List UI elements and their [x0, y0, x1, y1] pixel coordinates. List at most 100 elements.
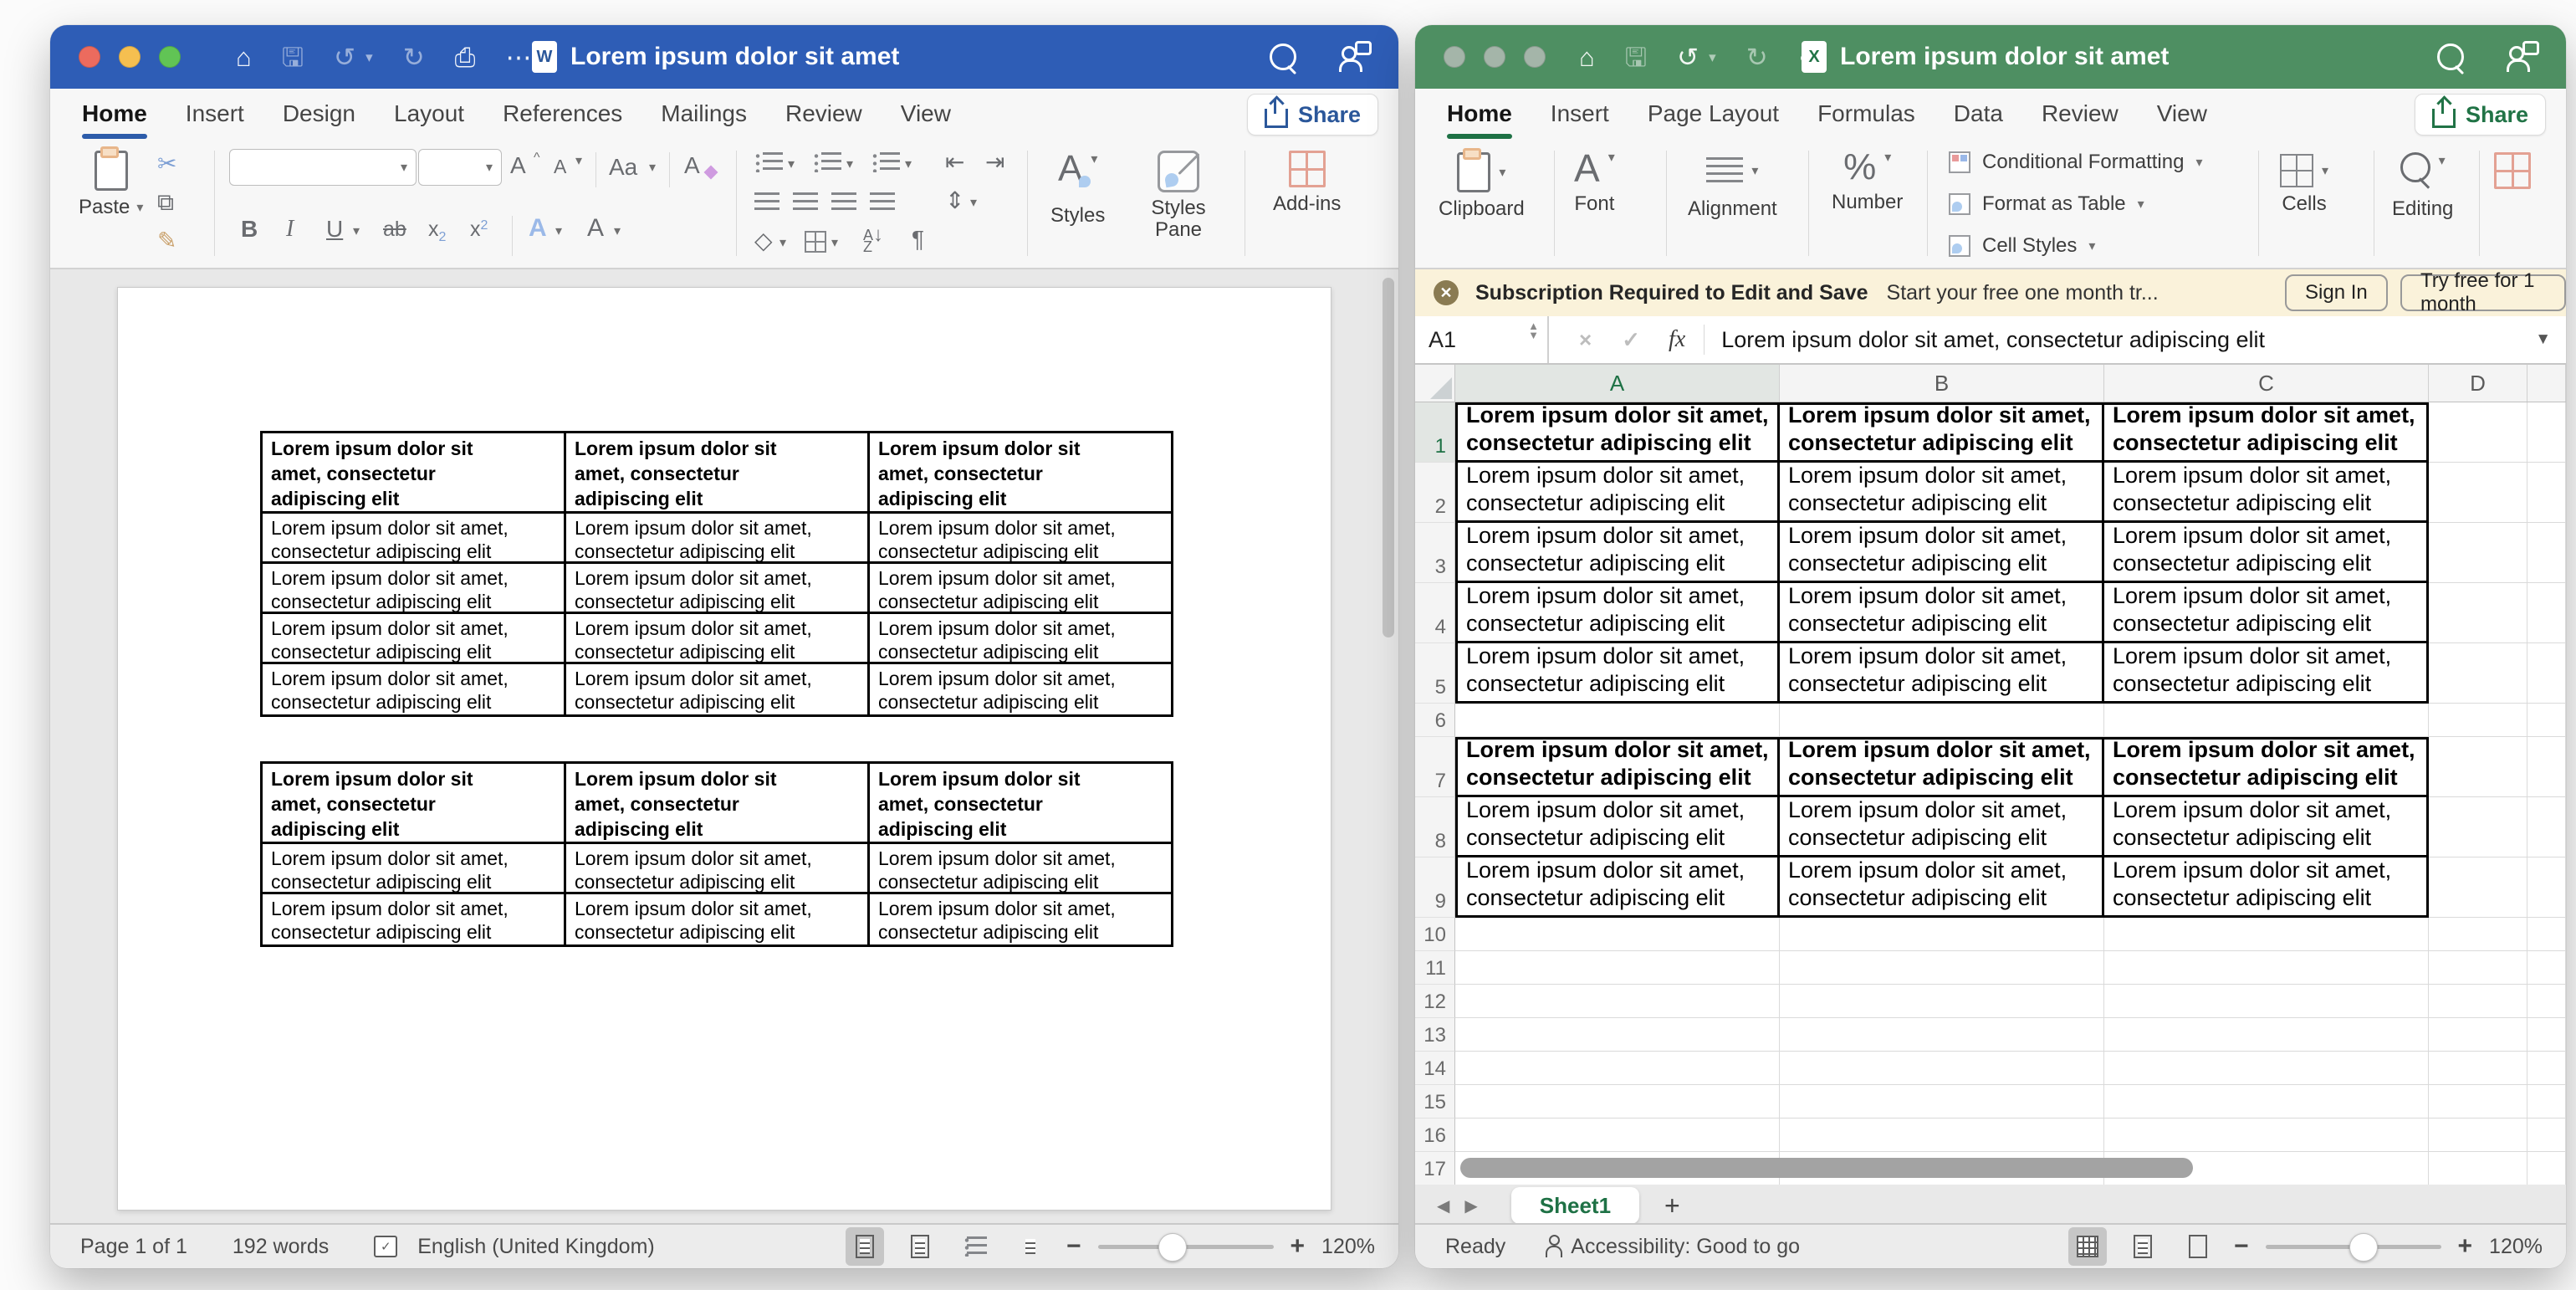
cell-C10[interactable]: [2104, 918, 2429, 951]
cell-A3[interactable]: Lorem ipsum dolor sit amet,consectetur a…: [1455, 523, 1780, 583]
cell-C13[interactable]: [2104, 1018, 2429, 1052]
font-color-icon[interactable]: A: [587, 216, 604, 241]
paste-button[interactable]: Paste ▾: [79, 151, 143, 219]
align-right-icon[interactable]: [831, 192, 856, 212]
language-status[interactable]: English (United Kingdom): [417, 1235, 654, 1259]
cell-B15[interactable]: [1780, 1085, 2104, 1119]
word-table-cell[interactable]: Lorem ipsum dolor sit amet,consectetur a…: [870, 844, 1171, 894]
row-header-6[interactable]: 6: [1415, 704, 1455, 737]
word-table-cell[interactable]: Lorem ipsum dolor sitamet, consecteturad…: [263, 764, 566, 844]
zoom-window-button[interactable]: [159, 46, 181, 68]
cell-C16[interactable]: [2104, 1119, 2429, 1152]
word-table-cell[interactable]: Lorem ipsum dolor sit amet,consectetur a…: [263, 894, 566, 944]
word-table-cell[interactable]: Lorem ipsum dolor sit amet,consectetur a…: [566, 564, 870, 614]
save-icon[interactable]: 🖫: [1625, 44, 1647, 70]
name-box-stepper[interactable]: ▲▼: [1528, 321, 1539, 340]
number-group-button[interactable]: %▾ Number: [1832, 149, 1903, 214]
column-header-B[interactable]: B: [1780, 365, 2104, 402]
copy-icon[interactable]: ⧉: [157, 191, 174, 214]
cell-C11[interactable]: [2104, 951, 2429, 985]
cell-B5[interactable]: Lorem ipsum dolor sit amet,consectetur a…: [1780, 643, 2104, 704]
cell-A5[interactable]: Lorem ipsum dolor sit amet,consectetur a…: [1455, 643, 1780, 704]
word-table-cell[interactable]: Lorem ipsum dolor sit amet,consectetur a…: [870, 614, 1171, 664]
cell-partial9[interactable]: [2527, 857, 2566, 918]
column-header-D[interactable]: D: [2429, 365, 2527, 402]
strikethrough-icon[interactable]: ab: [383, 219, 406, 240]
paragraph-marks-icon[interactable]: ¶: [912, 228, 924, 251]
cell-partial10[interactable]: [2527, 918, 2566, 951]
word-vertical-scrollbar[interactable]: [1383, 278, 1394, 637]
normal-view-button[interactable]: [2068, 1227, 2107, 1266]
tab-home[interactable]: Home: [82, 89, 147, 139]
search-icon[interactable]: [1270, 44, 1296, 70]
cell-A11[interactable]: [1455, 951, 1780, 985]
cell-D12[interactable]: [2429, 985, 2527, 1018]
row-header-5[interactable]: 5: [1415, 643, 1455, 704]
search-icon[interactable]: [2437, 44, 2464, 70]
cell-B10[interactable]: [1780, 918, 2104, 951]
account-feedback-icon[interactable]: [1340, 44, 1365, 69]
cell-A13[interactable]: [1455, 1018, 1780, 1052]
cell-partial11[interactable]: [2527, 951, 2566, 985]
word-table-cell[interactable]: Lorem ipsum dolor sitamet, consecteturad…: [263, 433, 566, 514]
redo-icon[interactable]: ↻: [403, 44, 425, 70]
cell-C15[interactable]: [2104, 1085, 2429, 1119]
shading-icon[interactable]: ◇: [754, 229, 773, 253]
cell-partial17[interactable]: [2527, 1152, 2566, 1185]
row-header-11[interactable]: 11: [1415, 951, 1455, 985]
excel-addins-button[interactable]: [2494, 152, 2531, 194]
bullet-list-icon[interactable]: [754, 152, 783, 172]
cell-A7[interactable]: Lorem ipsum dolor sit amet,consectetur a…: [1455, 737, 1780, 797]
subscript-icon[interactable]: x2: [428, 219, 446, 244]
cell-C8[interactable]: Lorem ipsum dolor sit amet,consectetur a…: [2104, 797, 2429, 857]
home-icon[interactable]: ⌂: [236, 44, 252, 70]
cell-B16[interactable]: [1780, 1119, 2104, 1152]
underline-icon[interactable]: U: [326, 218, 343, 241]
select-all-corner[interactable]: [1415, 365, 1455, 402]
cell-C2[interactable]: Lorem ipsum dolor sit amet,consectetur a…: [2104, 463, 2429, 523]
word-count-status[interactable]: 192 words: [233, 1235, 329, 1259]
cell-C12[interactable]: [2104, 985, 2429, 1018]
cell-C9[interactable]: Lorem ipsum dolor sit amet,consectetur a…: [2104, 857, 2429, 918]
cell-C4[interactable]: Lorem ipsum dolor sit amet,consectetur a…: [2104, 583, 2429, 643]
decrease-indent-icon[interactable]: ⇤: [945, 151, 964, 174]
zoom-level[interactable]: 120%: [2489, 1235, 2543, 1259]
cell-B7[interactable]: Lorem ipsum dolor sit amet,consectetur a…: [1780, 737, 2104, 797]
row-header-4[interactable]: 4: [1415, 583, 1455, 643]
word-table-cell[interactable]: Lorem ipsum dolor sitamet, consecteturad…: [566, 433, 870, 514]
borders-icon[interactable]: [805, 231, 826, 253]
cell-A1[interactable]: Lorem ipsum dolor sit amet,consectetur a…: [1455, 402, 1780, 463]
zoom-out-button[interactable]: −: [2234, 1234, 2249, 1259]
cells-group-button[interactable]: ▾ Cells: [2280, 154, 2328, 216]
tab-mailings[interactable]: Mailings: [661, 89, 747, 139]
word-table-cell[interactable]: Lorem ipsum dolor sit amet,consectetur a…: [263, 514, 566, 564]
tab-references[interactable]: References: [503, 89, 622, 139]
tab-review[interactable]: Review: [2042, 89, 2119, 139]
cell-partial3[interactable]: [2527, 523, 2566, 583]
cell-C1[interactable]: Lorem ipsum dolor sit amet,consectetur a…: [2104, 402, 2429, 463]
name-box[interactable]: A1 ▲▼: [1415, 316, 1549, 363]
cell-partial7[interactable]: [2527, 737, 2566, 797]
cell-C14[interactable]: [2104, 1052, 2429, 1085]
row-header-3[interactable]: 3: [1415, 523, 1455, 583]
cell-A16[interactable]: [1455, 1119, 1780, 1152]
word-table-cell[interactable]: Lorem ipsum dolor sitamet, consecteturad…: [870, 433, 1171, 514]
cell-A15[interactable]: [1455, 1085, 1780, 1119]
cell-B14[interactable]: [1780, 1052, 2104, 1085]
grow-font-icon[interactable]: A: [510, 154, 526, 177]
cell-D17[interactable]: [2429, 1152, 2527, 1185]
numbered-list-icon[interactable]: [813, 152, 841, 172]
word-table-cell[interactable]: Lorem ipsum dolor sit amet,consectetur a…: [870, 664, 1171, 714]
cell-B9[interactable]: Lorem ipsum dolor sit amet,consectetur a…: [1780, 857, 2104, 918]
align-center-icon[interactable]: [793, 192, 818, 212]
row-header-2[interactable]: 2: [1415, 463, 1455, 523]
tab-review[interactable]: Review: [785, 89, 862, 139]
word-table-cell[interactable]: Lorem ipsum dolor sit amet,consectetur a…: [263, 564, 566, 614]
cell-D10[interactable]: [2429, 918, 2527, 951]
home-icon[interactable]: ⌂: [1579, 44, 1595, 70]
page-layout-view-button[interactable]: [2124, 1227, 2162, 1266]
tab-insert[interactable]: Insert: [186, 89, 244, 139]
row-header-7[interactable]: 7: [1415, 737, 1455, 797]
cell-C7[interactable]: Lorem ipsum dolor sit amet,consectetur a…: [2104, 737, 2429, 797]
print-icon[interactable]: ⎙: [455, 44, 476, 70]
